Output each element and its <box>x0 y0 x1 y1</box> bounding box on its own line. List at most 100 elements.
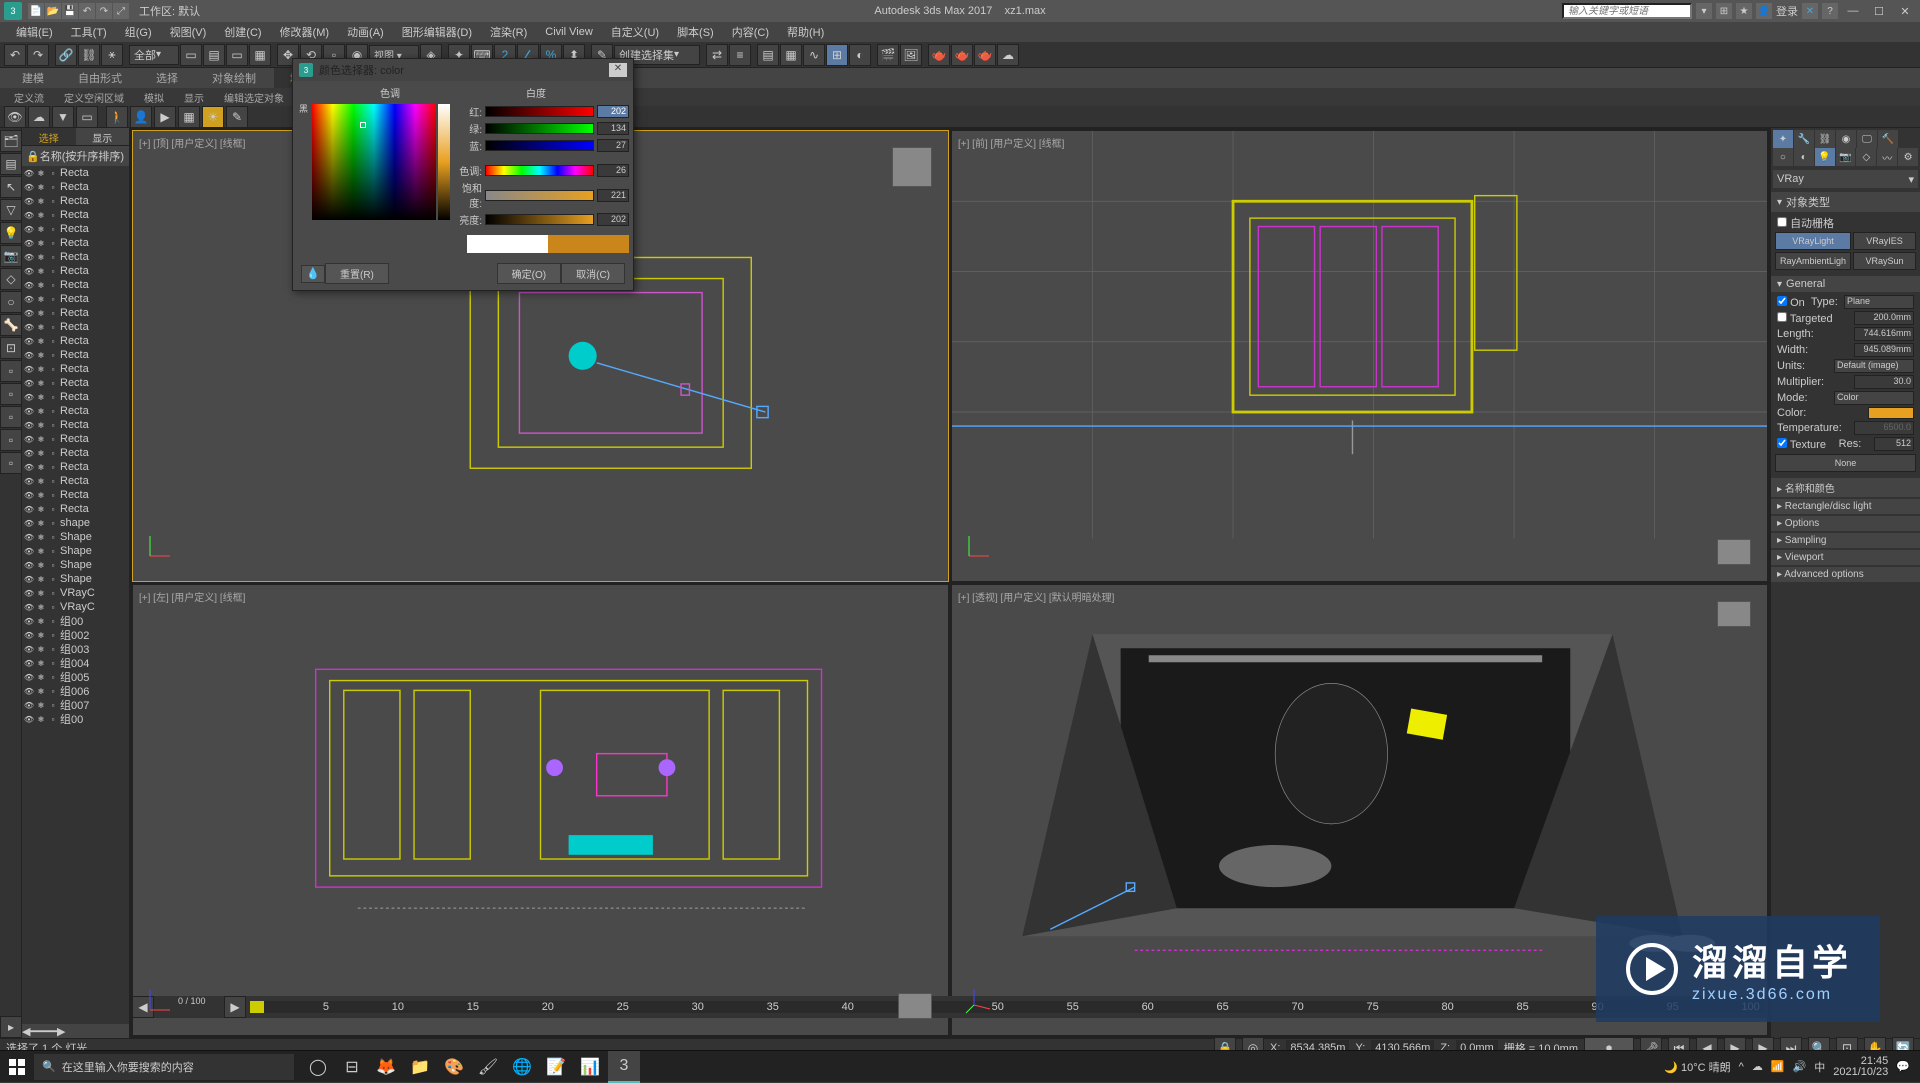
ribbon-tab[interactable]: 建模 <box>6 68 60 88</box>
scene-item[interactable]: 👁❄▫组006 <box>22 684 129 698</box>
vp-label-top[interactable]: [+] [顶] [用户定义] [线框] <box>139 135 245 150</box>
minimize-button[interactable]: — <box>1842 3 1864 19</box>
ribbon-subtab[interactable]: 模拟 <box>136 89 172 106</box>
app2-icon[interactable]: 🖌 <box>472 1051 504 1083</box>
light-icon[interactable]: 💡 <box>0 222 22 244</box>
eyedropper-button[interactable]: 💧 <box>301 265 325 283</box>
ribbon-subtab[interactable]: 定义流 <box>6 89 52 106</box>
edge-icon[interactable]: 🌐 <box>506 1051 538 1083</box>
menu-item[interactable]: 编辑(E) <box>8 22 61 42</box>
menu-item[interactable]: 工具(T) <box>63 22 115 42</box>
menu-item[interactable]: 脚本(S) <box>669 22 722 42</box>
menu-item[interactable]: Civil View <box>537 24 600 40</box>
scene-item[interactable]: 👁❄▫组002 <box>22 628 129 642</box>
sun-icon[interactable]: ☀ <box>202 106 224 128</box>
res-input[interactable]: 512 <box>1874 437 1914 451</box>
render-teapot3-button[interactable]: 🫖 <box>974 44 996 66</box>
maximize-button[interactable]: ☐ <box>1868 3 1890 19</box>
cancel-button[interactable]: 取消(C) <box>561 263 625 284</box>
scene-item[interactable]: 👁❄▫Shape <box>22 572 129 586</box>
expand-icon[interactable]: ▸ <box>0 1016 22 1038</box>
misc4-icon[interactable]: ▫ <box>0 429 22 451</box>
scene-item[interactable]: 👁❄▫VRayC <box>22 600 129 614</box>
material-editor-button[interactable]: ◐ <box>849 44 871 66</box>
scene-item[interactable]: 👁❄▫Recta <box>22 278 129 292</box>
display-icon[interactable]: ▦ <box>178 106 200 128</box>
misc3-icon[interactable]: ▫ <box>0 406 22 428</box>
notifications-icon[interactable]: 💬 <box>1896 1060 1910 1073</box>
select-region-button[interactable]: ▭ <box>226 44 248 66</box>
viewcube-left[interactable] <box>898 993 932 1019</box>
toggle-ribbon-button[interactable]: ▦ <box>780 44 802 66</box>
bind-button[interactable]: ⚹ <box>101 44 123 66</box>
type-combo[interactable]: Plane <box>1844 295 1914 309</box>
menu-item[interactable]: 自定义(U) <box>603 22 667 42</box>
shape-icon[interactable]: ○ <box>0 291 22 313</box>
person-icon[interactable]: 👤 <box>130 106 152 128</box>
ribbon-subtab[interactable]: 显示 <box>176 89 212 106</box>
dialog-close-button[interactable]: ✕ <box>609 63 627 77</box>
motion-tab-icon[interactable]: ◉ <box>1836 130 1856 148</box>
scene-item[interactable]: 👁❄▫组004 <box>22 656 129 670</box>
rollout-head-objtype[interactable]: ▾ 对象类型 <box>1771 192 1920 212</box>
play-icon[interactable]: ▶ <box>154 106 176 128</box>
ribbon-subtab[interactable]: 定义空闲区域 <box>56 89 132 106</box>
targeted-input[interactable]: 200.0mm <box>1854 311 1914 325</box>
search-dropdown-icon[interactable]: ▾ <box>1696 3 1712 19</box>
redo-icon[interactable]: ↷ <box>96 3 112 19</box>
sv-picker[interactable] <box>312 104 436 220</box>
scene-item[interactable]: 👁❄▫VRayC <box>22 586 129 600</box>
s-slider[interactable] <box>485 190 594 201</box>
reset-button[interactable]: 重置(R) <box>325 263 389 284</box>
schematic-view-button[interactable]: ⊞ <box>826 44 848 66</box>
scene-item[interactable]: 👁❄▫shape <box>22 516 129 530</box>
scene-item[interactable]: 👁❄▫Recta <box>22 362 129 376</box>
category-dropdown[interactable]: VRay▾ <box>1773 170 1918 188</box>
help-icon[interactable]: ? <box>1822 3 1838 19</box>
type-ambient[interactable]: RayAmbientLigh <box>1775 252 1851 270</box>
scene-list[interactable]: 👁❄▫Recta👁❄▫Recta👁❄▫Recta👁❄▫Recta👁❄▫Recta… <box>22 166 129 1024</box>
utilities-tab-icon[interactable]: 🔨 <box>1878 130 1898 148</box>
type-vraysun[interactable]: VRaySun <box>1853 252 1916 270</box>
color-swatch[interactable] <box>1868 407 1914 419</box>
camera-icon[interactable]: 📷 <box>0 245 22 267</box>
trackbar[interactable]: ◀ 0 / 100 ▶ 0510152025303540455055606570… <box>132 996 1768 1018</box>
trackbar-next-key-icon[interactable]: ▶ <box>224 996 246 1018</box>
group-icon[interactable]: ⊡ <box>0 337 22 359</box>
tray-sound-icon[interactable]: 🔊 <box>1793 1060 1807 1073</box>
g-slider[interactable] <box>485 123 594 134</box>
scene-item[interactable]: 👁❄▫Recta <box>22 376 129 390</box>
create-tab-icon[interactable]: ✦ <box>1773 130 1793 148</box>
save-icon[interactable]: 💾 <box>62 3 78 19</box>
s-value[interactable]: 221 <box>597 189 629 202</box>
vp-label-front[interactable]: [+] [前] [用户定义] [线框] <box>958 135 1064 150</box>
viewport-left[interactable]: [+] [左] [用户定义] [线框] <box>132 584 949 1036</box>
workspace-selector[interactable]: 工作区: 默认 <box>139 3 200 19</box>
cloud-icon[interactable]: ☁ <box>28 106 50 128</box>
scene-item[interactable]: 👁❄▫Recta <box>22 292 129 306</box>
walk-icon[interactable]: 🚶 <box>106 106 128 128</box>
rollout-head-general[interactable]: ▾ General <box>1771 276 1920 292</box>
camera-cat-icon[interactable]: 📷 <box>1836 148 1856 166</box>
tray-up-icon[interactable]: ^ <box>1739 1061 1744 1073</box>
exchange-icon[interactable]: ✕ <box>1802 3 1818 19</box>
lights-icon[interactable]: 💡 <box>1815 148 1835 166</box>
rollout-head[interactable]: ▸ Sampling <box>1771 533 1920 548</box>
scene-item[interactable]: 👁❄▫Recta <box>22 348 129 362</box>
scene-item[interactable]: 👁❄▫Recta <box>22 306 129 320</box>
h-slider[interactable] <box>485 165 594 176</box>
scene-item[interactable]: 👁❄▫组003 <box>22 642 129 656</box>
select-name-button[interactable]: ▤ <box>203 44 225 66</box>
scene-explorer-icon[interactable]: 🗂 <box>0 130 22 152</box>
menu-item[interactable]: 创建(C) <box>216 22 269 42</box>
viewcube-persp[interactable] <box>1717 601 1751 627</box>
login-link[interactable]: 登录 <box>1776 3 1798 19</box>
shapes-icon[interactable]: ◐ <box>1794 148 1814 166</box>
scene-item[interactable]: 👁❄▫Recta <box>22 446 129 460</box>
r-slider[interactable] <box>485 106 594 117</box>
b-slider[interactable] <box>485 140 594 151</box>
luminance-strip[interactable] <box>438 104 450 220</box>
r-value[interactable]: 202 <box>597 105 629 118</box>
edit-icon[interactable]: ✎ <box>226 106 248 128</box>
tray-date[interactable]: 2021/10/23 <box>1833 1067 1888 1078</box>
